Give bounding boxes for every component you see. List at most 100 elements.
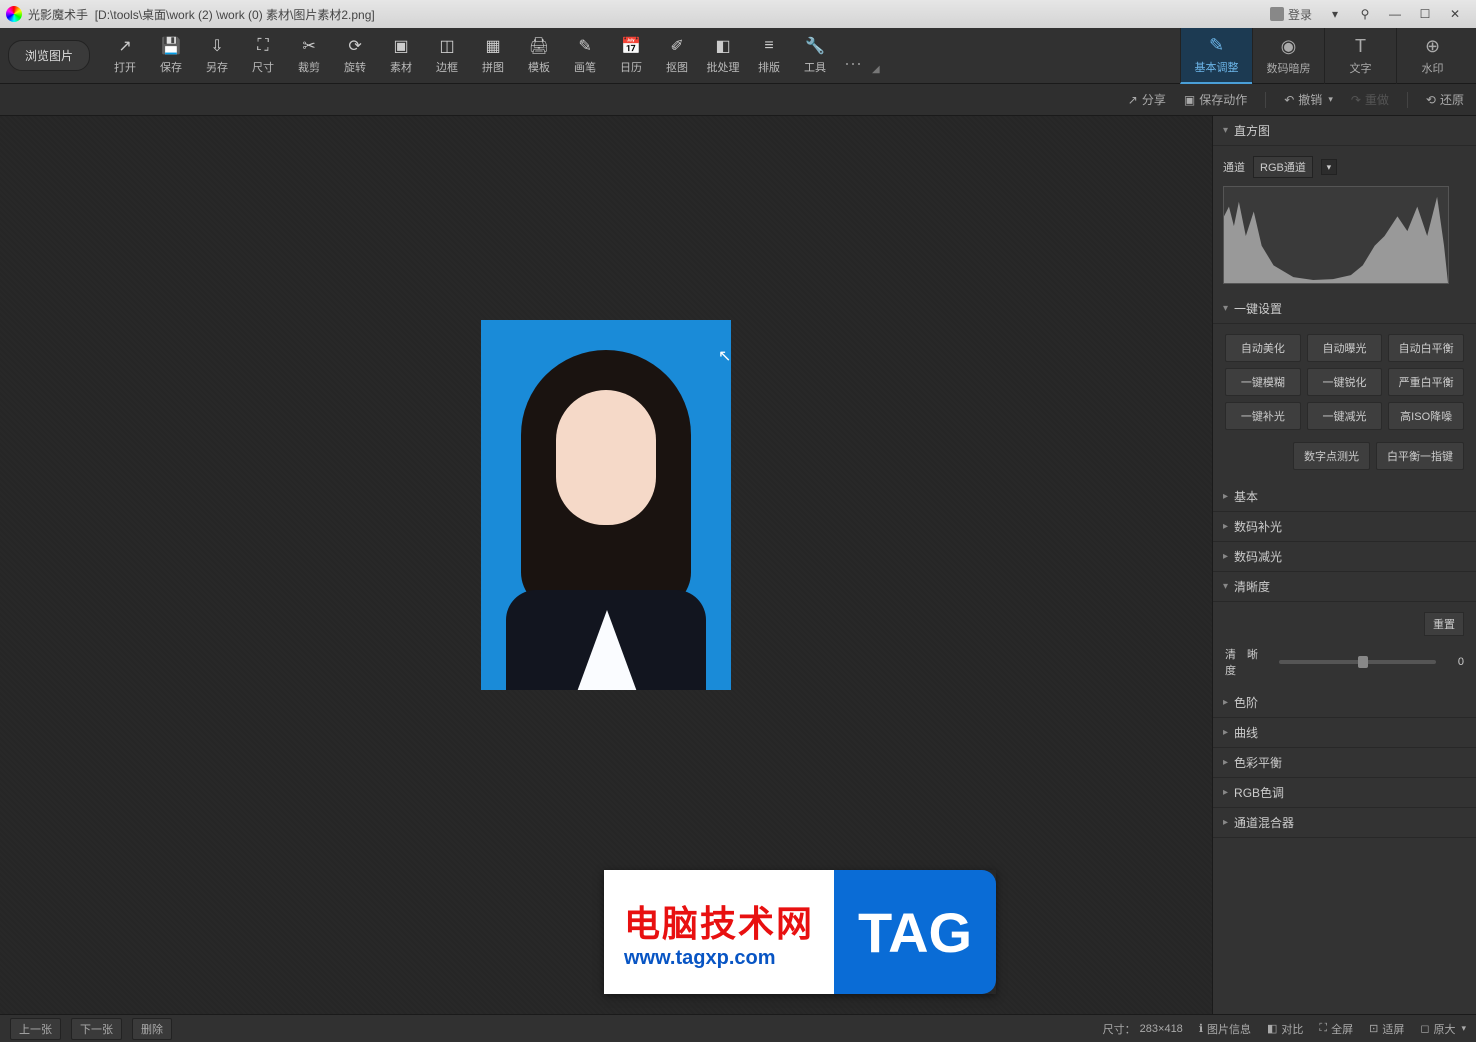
compare-button[interactable]: ◧对比 (1267, 1021, 1303, 1037)
clarity-reset-button[interactable]: 重置 (1424, 612, 1464, 636)
right-tabs: ✎ 基本调整 ◉ 数码暗房 T文字⊕水印 (1180, 28, 1468, 84)
sub-toolbar: ↗分享 ▣保存动作 ↶撤销▾ ↷重做 ⟲还原 (0, 84, 1476, 116)
tool-12[interactable]: ✐抠图 (654, 32, 700, 79)
fit-button[interactable]: ⊡适屏 (1369, 1021, 1404, 1037)
title-bar: 光影魔术手 [D:\tools\桌面\work (2) \work (0) 素材… (0, 0, 1476, 28)
chevron-right-icon: ▸ (1223, 491, 1228, 502)
tool-group: ↗打开 💾 保存 ⇩另存⛶尺寸✂裁剪⟳旋转▣素材◫边框▦拼图🖨模板✎画笔 📅 日历 ✐抠图◧… (102, 32, 838, 79)
canvas-area[interactable]: ↖ 电脑技术网 www.tagxp.com TAG (0, 116, 1212, 1014)
tool-icon: 📅 (621, 36, 641, 56)
tool-13[interactable]: ◧批处理 (700, 32, 746, 79)
collapsed-section-1[interactable]: ▸数码补光 (1213, 512, 1476, 542)
tool-label: 保存 (160, 59, 182, 75)
tool-3[interactable]: ⛶尺寸 (240, 32, 286, 79)
preset-button-1[interactable]: 自动曝光 (1307, 334, 1383, 362)
tool-5[interactable]: ⟳旋转 (332, 32, 378, 79)
tab-label: 数码暗房 (1267, 60, 1311, 76)
original-size-button[interactable]: ◻原大▾ (1420, 1021, 1466, 1037)
user-icon (1270, 7, 1284, 21)
tool-label: 裁剪 (298, 59, 320, 75)
tab-icon: ✎ (1209, 35, 1224, 56)
preset-button-6[interactable]: 一键补光 (1225, 402, 1301, 430)
tab-icon: T (1355, 36, 1366, 57)
tab-icon: ⊕ (1425, 36, 1440, 57)
preset-button-8[interactable]: 高ISO降噪 (1388, 402, 1464, 430)
preset-extra-button-1[interactable]: 白平衡一指键 (1376, 442, 1464, 470)
preset-button-4[interactable]: 一键锐化 (1307, 368, 1383, 396)
size-info: 尺寸：283×418 (1103, 1021, 1183, 1037)
tool-10[interactable]: ✎画笔 (562, 32, 608, 79)
collapsed-section-2[interactable]: ▸数码减光 (1213, 542, 1476, 572)
browse-button[interactable]: 浏览图片 (8, 40, 90, 71)
original-icon: ◻ (1420, 1022, 1429, 1035)
chevron-right-icon: ▸ (1223, 551, 1228, 562)
tool-6[interactable]: ▣素材 (378, 32, 424, 79)
prev-button[interactable]: 上一张 (10, 1018, 61, 1040)
histogram-header[interactable]: ▾ 直方图 (1213, 116, 1476, 146)
chevron-right-icon: ▸ (1223, 787, 1228, 798)
tool-7[interactable]: ◫边框 (424, 32, 470, 79)
tool-more-icon[interactable]: ⋯ (838, 54, 858, 75)
tool-8[interactable]: ▦拼图 (470, 32, 516, 79)
tool-label: 日历 (620, 59, 642, 75)
preset-extra-button-0[interactable]: 数字点测光 (1293, 442, 1370, 470)
tool-2[interactable]: ⇩另存 (194, 32, 240, 79)
login-button[interactable]: 登录 (1270, 6, 1312, 23)
slider-thumb-icon[interactable] (1358, 656, 1368, 668)
pin-icon[interactable]: ⚲ (1350, 3, 1380, 25)
tool-14[interactable]: ≡排版 (746, 32, 792, 79)
tool-15[interactable]: 🔧工具 (792, 32, 838, 79)
clarity-value: 0 (1444, 656, 1464, 668)
next-button[interactable]: 下一张 (71, 1018, 122, 1040)
clarity-slider[interactable] (1279, 660, 1436, 664)
channel-dropdown-icon[interactable]: ▾ (1321, 159, 1337, 175)
expand-icon[interactable]: ◢ (872, 64, 880, 75)
right-tab-1[interactable]: ◉ 数码暗房 (1252, 28, 1324, 84)
close-icon[interactable]: ✕ (1440, 3, 1470, 25)
tab-label: 基本调整 (1195, 59, 1239, 75)
collapsed-section-10[interactable]: ▸色阶 (1213, 688, 1476, 718)
redo-button[interactable]: ↷重做 (1351, 91, 1389, 108)
right-tab-2[interactable]: T文字 (1324, 28, 1396, 84)
collapsed-section-13[interactable]: ▸RGB色调 (1213, 778, 1476, 808)
collapsed-section-14[interactable]: ▸通道混合器 (1213, 808, 1476, 838)
clarity-header[interactable]: ▾ 清晰度 (1213, 572, 1476, 602)
restore-button[interactable]: ⟲还原 (1426, 91, 1464, 108)
right-tab-0[interactable]: ✎ 基本调整 (1180, 28, 1252, 84)
preset-button-2[interactable]: 自动白平衡 (1388, 334, 1464, 362)
channel-select[interactable]: RGB通道 (1253, 156, 1313, 178)
tool-icon: 💾 (161, 36, 181, 56)
delete-button[interactable]: 删除 (132, 1018, 172, 1040)
preset-button-7[interactable]: 一键减光 (1307, 402, 1383, 430)
preset-button-0[interactable]: 自动美化 (1225, 334, 1301, 362)
app-icon (6, 6, 22, 22)
collapsed-section-0[interactable]: ▸基本 (1213, 482, 1476, 512)
undo-button[interactable]: ↶撤销▾ (1284, 91, 1333, 108)
main-toolbar: 浏览图片 ↗打开💾保存⇩另存⛶尺寸✂裁剪⟳旋转▣素材◫边框▦拼图🖨模板✎画笔📅日… (0, 28, 1476, 84)
main-area: ↖ 电脑技术网 www.tagxp.com TAG ▾ 直方图 通道 RGB通道… (0, 116, 1476, 1014)
fullscreen-button[interactable]: ⛶全屏 (1319, 1021, 1353, 1037)
tab-icon: ◉ (1281, 36, 1297, 57)
tool-9[interactable]: 🖨模板 (516, 32, 562, 79)
tool-label: 画笔 (574, 59, 596, 75)
right-tab-3[interactable]: ⊕水印 (1396, 28, 1468, 84)
channel-label: 通道 (1223, 159, 1245, 175)
preset-button-3[interactable]: 一键模糊 (1225, 368, 1301, 396)
tool-1[interactable]: 💾 保存 (148, 32, 194, 79)
right-panel: ▾ 直方图 通道 RGB通道 ▾ ▾ 一键设置 自动美化自动曝光自动白平衡一键模… (1212, 116, 1476, 1014)
minimize-icon[interactable]: — (1380, 3, 1410, 25)
tool-11[interactable]: 📅 日历 (608, 32, 654, 79)
preset-button-5[interactable]: 严重白平衡 (1388, 368, 1464, 396)
collapsed-section-12[interactable]: ▸色彩平衡 (1213, 748, 1476, 778)
tool-4[interactable]: ✂裁剪 (286, 32, 332, 79)
collapsed-section-11[interactable]: ▸曲线 (1213, 718, 1476, 748)
tool-label: 旋转 (344, 59, 366, 75)
dropdown-icon[interactable]: ▾ (1320, 3, 1350, 25)
watermark-overlay: 电脑技术网 www.tagxp.com TAG (604, 870, 996, 994)
tool-0[interactable]: ↗打开 (102, 32, 148, 79)
image-info-button[interactable]: ℹ图片信息 (1199, 1021, 1251, 1037)
save-action-button[interactable]: ▣保存动作 (1184, 91, 1247, 108)
maximize-icon[interactable]: ☐ (1410, 3, 1440, 25)
presets-header[interactable]: ▾ 一键设置 (1213, 294, 1476, 324)
share-button[interactable]: ↗分享 (1128, 91, 1166, 108)
